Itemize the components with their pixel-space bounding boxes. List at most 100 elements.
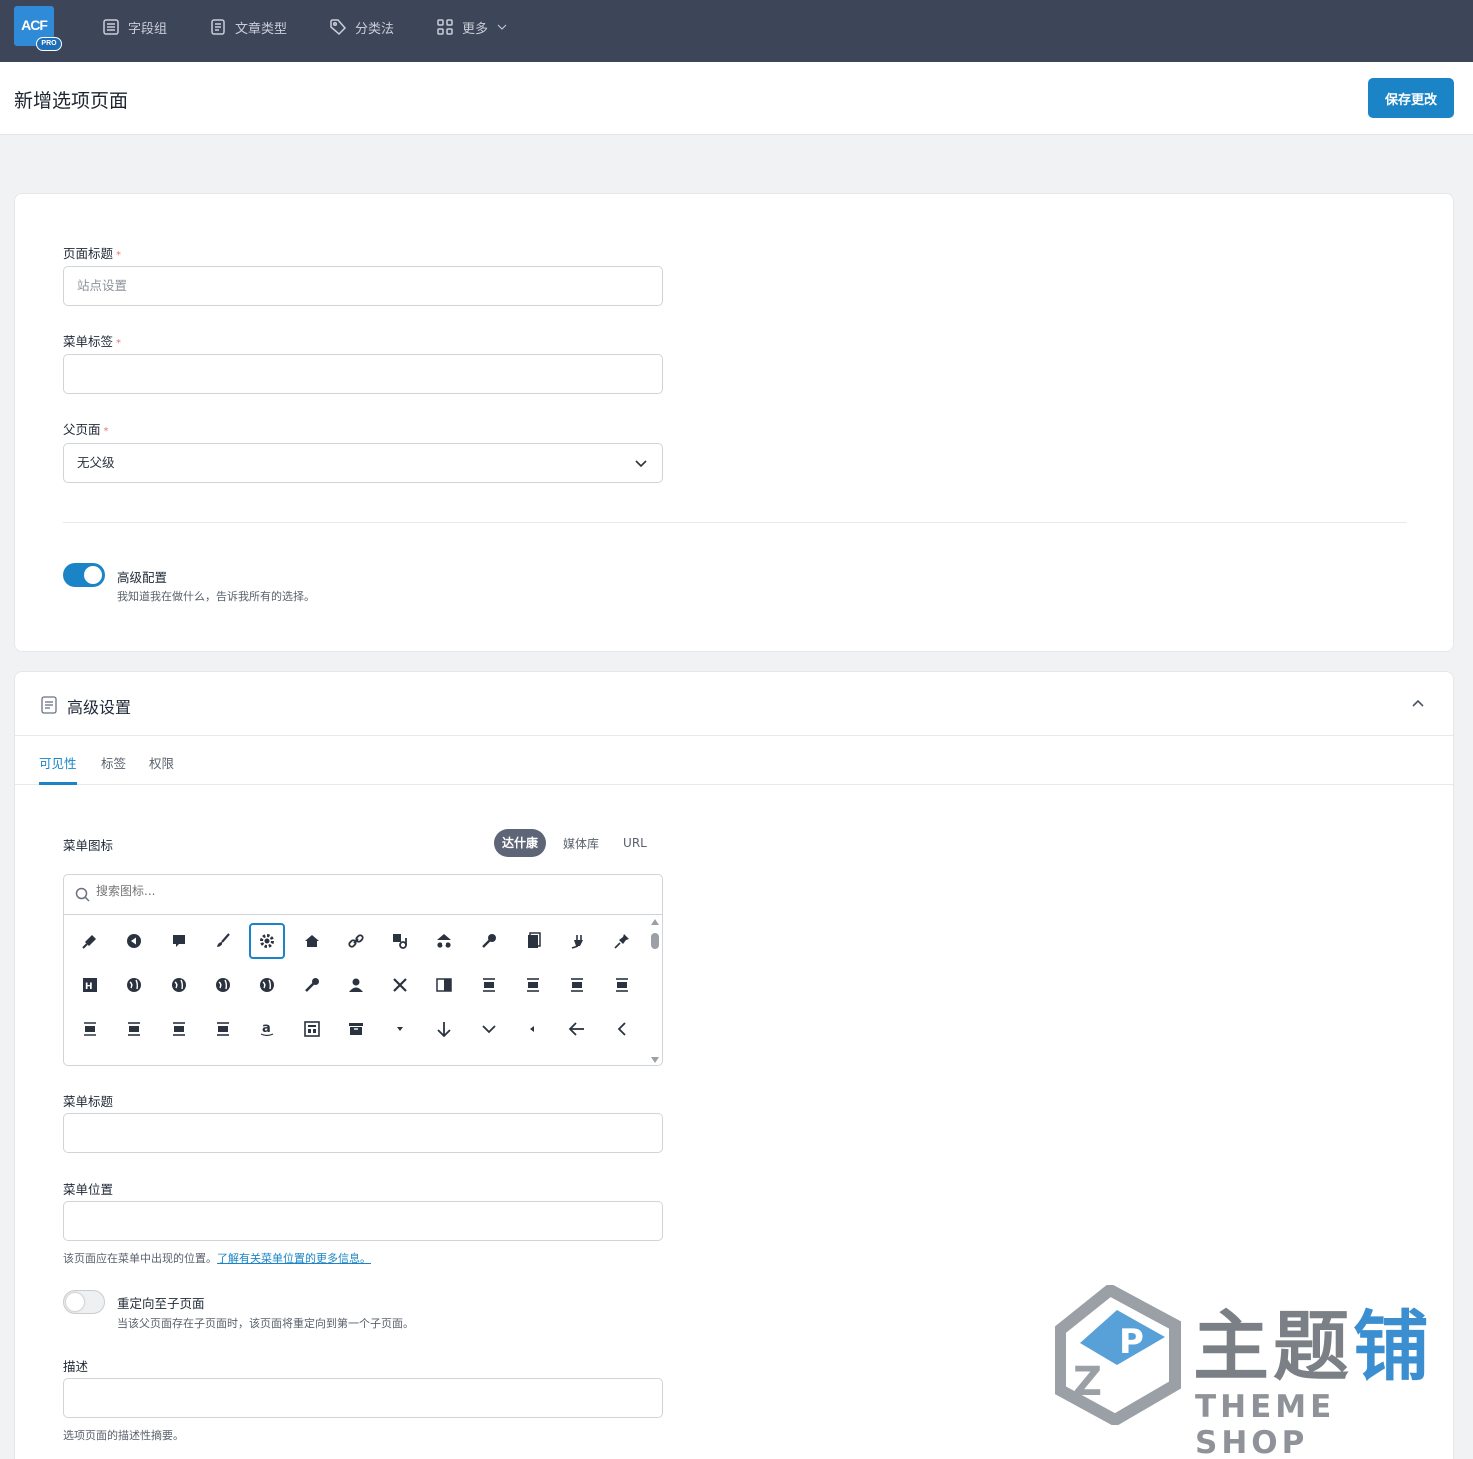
chevron-up-icon[interactable]	[1411, 696, 1425, 710]
plugins-icon[interactable]	[559, 923, 595, 959]
nav-item-more[interactable]: 更多	[436, 16, 508, 38]
page-title-label: 页面标题 *	[63, 246, 122, 261]
icon-source-media[interactable]: 媒体库	[563, 835, 599, 852]
tab-visibility[interactable]: 可见性	[39, 753, 77, 772]
icon-search-input[interactable]	[96, 884, 396, 898]
page-icon[interactable]	[515, 923, 551, 959]
align-none-icon[interactable]	[604, 967, 640, 1003]
media-icon[interactable]	[382, 923, 418, 959]
align-left-icon	[571, 978, 584, 992]
field-group-icon	[103, 19, 119, 35]
align-right-icon[interactable]	[161, 1011, 197, 1047]
save-button[interactable]: 保存更改	[1368, 78, 1454, 118]
menu-position-link[interactable]: 了解有关菜单位置的更多信息。	[217, 1252, 371, 1265]
redirect-title: 重定向至子页面	[117, 1296, 205, 1311]
svg-text:a: a	[262, 1021, 271, 1036]
align-left-icon[interactable]	[559, 967, 595, 1003]
document-icon	[41, 696, 57, 714]
chevron-left-icon[interactable]	[604, 1011, 640, 1047]
align-right-icon	[172, 1022, 185, 1036]
menu-position-label: 菜单位置	[63, 1182, 114, 1197]
contrast-icon[interactable]	[426, 967, 462, 1003]
description-label: 描述	[63, 1359, 89, 1374]
watermark: P Z 主题铺 THEME SHOP	[1055, 1285, 1455, 1459]
pin-icon[interactable]	[604, 923, 640, 959]
page-icon	[528, 932, 541, 948]
globe-3-icon[interactable]	[205, 967, 241, 1003]
acf-logo[interactable]: ACF PRO	[14, 6, 62, 52]
key-icon	[481, 934, 496, 948]
description-input[interactable]	[63, 1378, 663, 1418]
menu-title-input[interactable]	[63, 1113, 663, 1153]
arrow-left-icon[interactable]	[559, 1011, 595, 1047]
chevron-down-icon	[482, 1025, 496, 1034]
redirect-toggle[interactable]	[63, 1290, 105, 1314]
site-icon[interactable]: H	[72, 967, 108, 1003]
page-title-input[interactable]: 站点设置	[63, 266, 663, 306]
tab-permissions[interactable]: 权限	[149, 753, 174, 772]
globe-1-icon[interactable]	[116, 967, 152, 1003]
parent-page-select[interactable]: 无父级	[63, 443, 663, 483]
airplane-icon	[393, 978, 407, 992]
icon-source-dashicons[interactable]: 达什康	[494, 829, 547, 857]
analytics-icon[interactable]	[294, 1011, 330, 1047]
tab-labels[interactable]: 标签	[101, 753, 126, 772]
post-type-icon	[211, 19, 225, 35]
globe-4-icon	[260, 978, 275, 992]
general-settings-card: 页面标题 * 站点设置 菜单标签 * 父页面 * 无父级 高级配置 我知道我在做什么，…	[14, 193, 1454, 652]
network-icon	[437, 934, 452, 948]
nav-item-taxonomies[interactable]: 分类法	[329, 16, 394, 38]
user-icon[interactable]	[338, 967, 374, 1003]
align-wide-icon[interactable]	[205, 1011, 241, 1047]
nav-label: 字段组	[128, 21, 168, 37]
brush-icon	[216, 933, 230, 947]
pin-icon	[614, 934, 629, 949]
chevron-down-icon[interactable]	[471, 1011, 507, 1047]
comment-icon[interactable]	[161, 923, 197, 959]
arrow-left-icon	[569, 1022, 585, 1036]
arrow-left-small-icon[interactable]	[515, 1011, 551, 1047]
amazon-icon[interactable]: a	[249, 1011, 285, 1047]
page-title: 新增选项页面	[14, 90, 129, 112]
watermark-en: THEME SHOP	[1195, 1389, 1336, 1459]
globe-2-icon[interactable]	[161, 967, 197, 1003]
description-help: 选项页面的描述性摘要。	[63, 1429, 184, 1442]
scroll-up-icon[interactable]	[651, 919, 659, 925]
key-icon[interactable]	[471, 923, 507, 959]
arrow-down-small-icon[interactable]	[382, 1011, 418, 1047]
svg-text:P: P	[1119, 1322, 1144, 1362]
align-wide-icon	[216, 1022, 229, 1036]
logo-badge: PRO	[36, 37, 62, 51]
home-icon[interactable]	[294, 923, 330, 959]
back-icon[interactable]	[116, 923, 152, 959]
advanced-config-toggle[interactable]	[63, 563, 105, 587]
scroll-down-icon[interactable]	[651, 1057, 659, 1063]
globe-1-icon	[127, 978, 142, 992]
align-pull-right-icon[interactable]	[116, 1011, 152, 1047]
icon-source-url[interactable]: URL	[623, 836, 647, 850]
airplane-icon[interactable]	[382, 967, 418, 1003]
align-center-icon[interactable]	[471, 967, 507, 1003]
watermark-logo-icon: P Z	[1055, 1285, 1181, 1425]
globe-3-icon	[215, 978, 230, 992]
nav-item-field-groups[interactable]: 字段组	[102, 16, 167, 38]
align-full-icon[interactable]	[515, 967, 551, 1003]
menu-label-input[interactable]	[63, 354, 663, 394]
network-icon[interactable]	[426, 923, 462, 959]
brush-icon[interactable]	[205, 923, 241, 959]
archive-icon[interactable]	[338, 1011, 374, 1047]
arrow-down-icon[interactable]	[426, 1011, 462, 1047]
scroll-thumb[interactable]	[651, 933, 659, 949]
menu-position-input[interactable]	[63, 1201, 663, 1241]
icon-grid-scrollbar[interactable]	[648, 915, 662, 1065]
globe-4-icon[interactable]	[249, 967, 285, 1003]
link-icon[interactable]	[338, 923, 374, 959]
media-icon	[393, 934, 407, 949]
wrench-icon[interactable]	[294, 967, 330, 1003]
nav-item-post-types[interactable]: 文章类型	[209, 16, 287, 38]
gear-icon[interactable]	[249, 923, 286, 959]
admin-appearance-icon[interactable]	[72, 923, 108, 959]
align-pull-left-icon[interactable]	[72, 1011, 108, 1047]
advanced-settings-header[interactable]: 高级设置	[15, 672, 1453, 736]
icon-picker: Ha	[63, 874, 663, 1066]
